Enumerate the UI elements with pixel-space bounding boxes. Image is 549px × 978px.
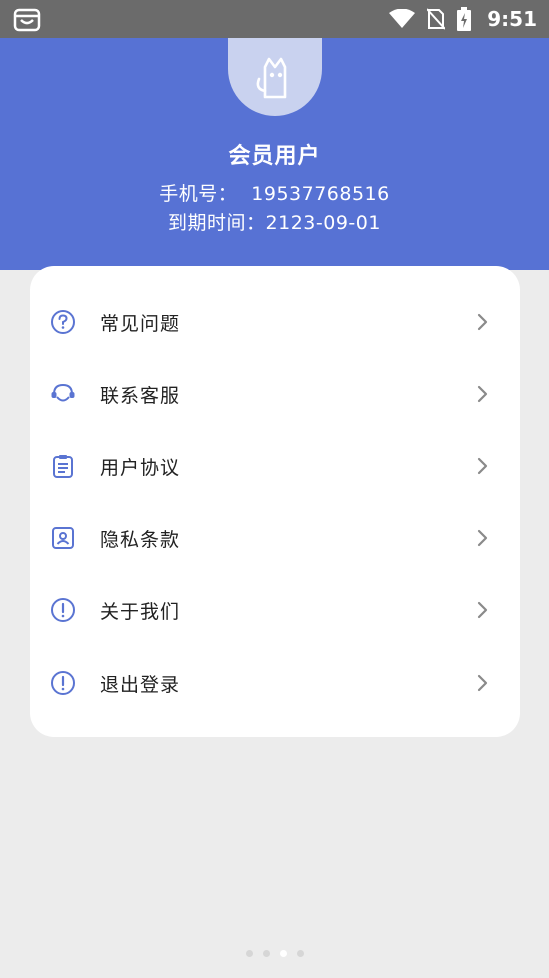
chevron-right-icon xyxy=(477,385,488,403)
user-name: 会员用户 xyxy=(228,144,321,169)
headset-icon xyxy=(50,381,76,407)
phone-line: 手机号： 19537768516 xyxy=(0,179,549,206)
question-icon xyxy=(50,309,76,335)
chevron-right-icon xyxy=(477,529,488,547)
menu-item-label: 隐私条款 xyxy=(100,528,181,551)
menu-item-label: 联系客服 xyxy=(100,384,181,407)
menu-item-contact-service[interactable]: 联系客服 xyxy=(30,364,520,424)
menu-card: 常见问题 联系客服 用户协议 隐私条款 关于我们 退出登录 xyxy=(30,266,520,737)
expiry-label: 到期时间： xyxy=(168,212,266,234)
info-icon xyxy=(50,597,76,623)
chevron-right-icon xyxy=(477,601,488,619)
profile-header: 会员用户 手机号： 19537768516 到期时间：2123-09-01 xyxy=(0,38,549,270)
info-icon xyxy=(50,670,76,696)
chevron-right-icon xyxy=(477,674,488,692)
chevron-right-icon xyxy=(477,457,488,475)
menu-item-user-agreement[interactable]: 用户协议 xyxy=(30,436,520,496)
phone-value: 19537768516 xyxy=(251,183,390,205)
expiry-line: 到期时间：2123-09-01 xyxy=(0,208,549,235)
page-dot xyxy=(245,950,253,957)
menu-item-label: 常见问题 xyxy=(100,312,181,335)
status-bar: 9:51 xyxy=(0,0,549,38)
store-icon xyxy=(13,8,41,32)
page-dot xyxy=(262,950,270,957)
battery-charging-icon xyxy=(457,7,472,31)
cat-icon xyxy=(256,57,287,99)
menu-item-logout[interactable]: 退出登录 xyxy=(30,653,520,713)
clipboard-icon xyxy=(50,453,76,479)
privacy-icon xyxy=(50,525,76,551)
status-time: 9:51 xyxy=(487,7,537,31)
page-dot-active xyxy=(279,950,287,957)
menu-item-privacy-policy[interactable]: 隐私条款 xyxy=(30,508,520,568)
menu-item-label: 关于我们 xyxy=(100,600,181,623)
page-dot xyxy=(296,950,304,957)
menu-item-label: 用户协议 xyxy=(100,456,181,479)
menu-item-about-us[interactable]: 关于我们 xyxy=(30,580,520,640)
menu-item-label: 退出登录 xyxy=(100,673,181,696)
wifi-icon xyxy=(389,9,416,28)
page-indicator xyxy=(0,950,549,957)
chevron-right-icon xyxy=(477,313,488,331)
no-sim-icon xyxy=(427,8,446,30)
avatar[interactable] xyxy=(228,38,322,116)
phone-label: 手机号： xyxy=(159,183,238,205)
expiry-value: 2123-09-01 xyxy=(265,212,381,234)
menu-item-faq[interactable]: 常见问题 xyxy=(30,292,520,352)
